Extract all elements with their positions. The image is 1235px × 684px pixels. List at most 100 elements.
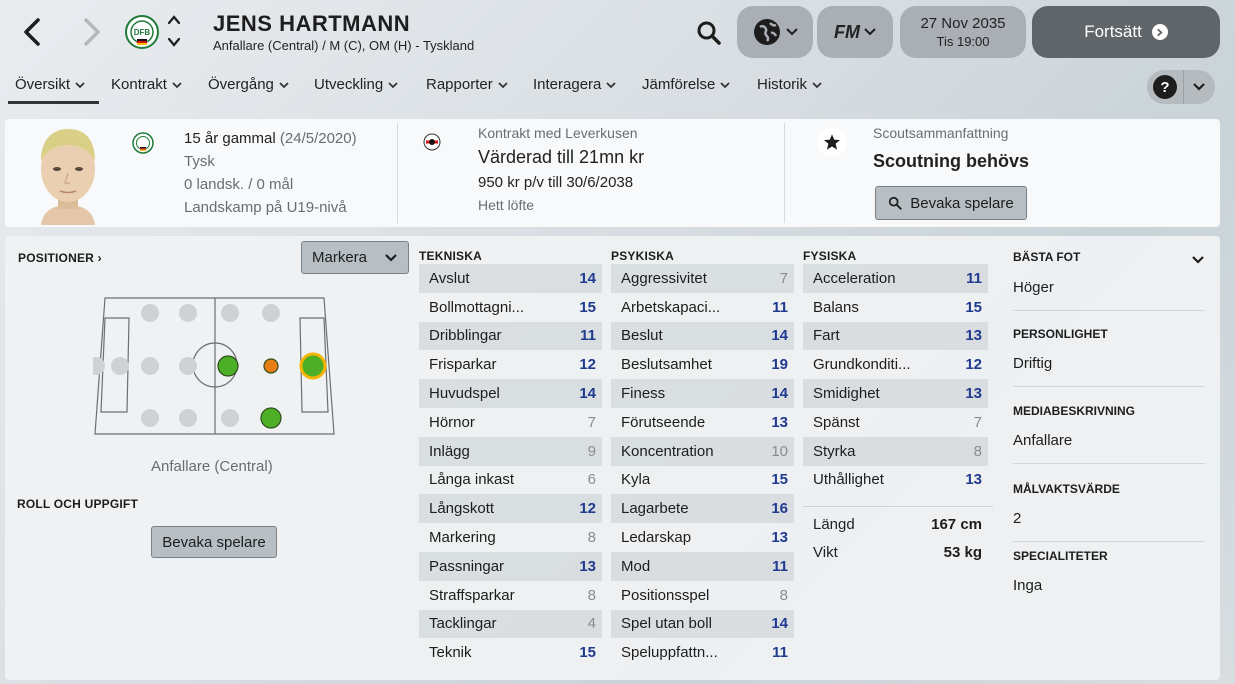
attribute-row[interactable]: Acceleration 11 — [803, 264, 988, 293]
watch-player-button[interactable]: Bevaka spelare — [875, 186, 1027, 220]
position-dot[interactable] — [141, 357, 159, 375]
tab-kontrakt[interactable]: Kontrakt — [111, 76, 182, 104]
tab-oversikt[interactable]: Översikt — [8, 76, 99, 104]
fm-menu-button[interactable]: FM — [817, 6, 893, 58]
attribute-row[interactable]: Långskott 12 — [419, 494, 602, 524]
position-dot-rated[interactable] — [299, 352, 327, 380]
attribute-row[interactable]: Speluppfattn... 11 — [611, 638, 794, 667]
attribute-row[interactable]: Grundkonditi... 12 — [803, 350, 988, 379]
attribute-name: Beslut — [621, 327, 663, 345]
tab-rapporter[interactable]: Rapporter — [426, 76, 508, 104]
attribute-value: 12 — [965, 356, 982, 374]
position-dot[interactable] — [262, 304, 280, 322]
position-dot[interactable] — [141, 304, 159, 322]
attribute-row[interactable]: Positionsspel 8 — [611, 581, 794, 610]
watch-player-button-2[interactable]: Bevaka spelare — [151, 526, 277, 558]
tab-overgang[interactable]: Övergång — [208, 76, 289, 104]
attribute-row[interactable]: Spänst 7 — [803, 408, 988, 437]
chevron-down-icon[interactable] — [1191, 255, 1205, 265]
globe-icon — [754, 19, 780, 45]
position-dot-rated[interactable] — [263, 358, 279, 374]
positions-heading[interactable]: POSITIONER › — [18, 251, 102, 265]
svg-text:DFB: DFB — [134, 28, 151, 37]
attribute-name: Positionsspel — [621, 586, 710, 604]
attribute-row[interactable]: Spel utan boll 14 — [611, 609, 794, 639]
attribute-row[interactable]: Fart 13 — [803, 321, 988, 351]
position-dot-rated[interactable] — [217, 355, 239, 377]
attribute-row[interactable]: Frisparkar 12 — [419, 350, 602, 379]
attribute-row[interactable]: Förutseende 13 — [611, 408, 794, 437]
attribute-row[interactable]: Koncentration 10 — [611, 436, 794, 466]
attribute-value: 16 — [771, 500, 788, 518]
attribute-row[interactable]: Hörnor 7 — [419, 408, 602, 437]
height-value: 167 cm — [931, 515, 982, 533]
attribute-row[interactable]: Aggressivitet 7 — [611, 264, 794, 293]
attribute-row[interactable]: Tacklingar 4 — [419, 609, 602, 639]
attribute-row[interactable]: Dribblingar 11 — [419, 321, 602, 351]
best-foot-label: BÄSTA FOT — [1013, 250, 1081, 264]
chevron-down-icon — [172, 82, 182, 89]
back-button[interactable] — [17, 14, 47, 50]
leverkusen-crest-icon[interactable] — [423, 133, 441, 151]
position-dot[interactable] — [141, 409, 159, 427]
attribute-row[interactable]: Balans 15 — [803, 293, 988, 322]
attribute-row[interactable]: Styrka 8 — [803, 436, 988, 466]
search-button[interactable] — [690, 14, 728, 52]
attribute-row[interactable]: Långa inkast 6 — [419, 466, 602, 495]
markera-dropdown[interactable]: Markera — [301, 241, 409, 274]
attribute-row[interactable]: Beslut 14 — [611, 321, 794, 351]
shortlist-star-button[interactable] — [817, 127, 847, 157]
attribute-name: Acceleration — [813, 269, 896, 287]
player-positions: Anfallare (Central) / M (C), OM (H) - Ty… — [213, 38, 475, 53]
position-dot[interactable] — [221, 409, 239, 427]
tab-jamforelse[interactable]: Jämförelse — [642, 76, 730, 104]
attribute-value: 8 — [587, 586, 596, 604]
attribute-row[interactable]: Ledarskap 13 — [611, 523, 794, 552]
attribute-row[interactable]: Markering 8 — [419, 523, 602, 552]
attribute-row[interactable]: Passningar 13 — [419, 551, 602, 581]
attribute-value: 7 — [587, 413, 596, 431]
attribute-row[interactable]: Kyla 15 — [611, 466, 794, 495]
chevron-down-icon[interactable] — [167, 37, 181, 47]
help-icon[interactable]: ? — [1153, 75, 1177, 99]
date-display[interactable]: 27 Nov 2035 Tis 19:00 — [900, 6, 1026, 58]
contract-info: Kontrakt med Leverkusen Värderad till 21… — [478, 125, 644, 213]
attribute-row[interactable]: Lagarbete 16 — [611, 494, 794, 524]
attribute-row[interactable]: Arbetskapaci... 11 — [611, 293, 794, 322]
player-switcher[interactable] — [165, 15, 183, 47]
help-menu[interactable]: ? — [1147, 70, 1215, 104]
position-dot[interactable] — [179, 409, 197, 427]
chevron-up-icon[interactable] — [167, 15, 181, 25]
nationality-badge-icon[interactable] — [132, 132, 154, 154]
forward-button[interactable] — [77, 14, 107, 50]
attribute-row[interactable]: Smidighet 13 — [803, 379, 988, 408]
position-dot[interactable] — [221, 304, 239, 322]
tab-interagera[interactable]: Interagera — [533, 76, 617, 104]
attribute-row[interactable]: Teknik 15 — [419, 638, 602, 667]
attribute-value: 12 — [579, 500, 596, 518]
tab-utveckling[interactable]: Utveckling — [314, 76, 398, 104]
attribute-row[interactable]: Inlägg 9 — [419, 436, 602, 466]
attribute-row[interactable]: Uthållighet 13 — [803, 466, 988, 495]
attribute-row[interactable]: Avslut 14 — [419, 264, 602, 293]
divider — [784, 123, 785, 223]
position-dot[interactable] — [179, 357, 197, 375]
chevron-down-icon[interactable] — [1192, 82, 1206, 92]
position-dot[interactable] — [111, 357, 129, 375]
attribute-row[interactable]: Straffsparkar 8 — [419, 581, 602, 610]
specialities-label: SPECIALITETER — [1013, 549, 1108, 563]
position-dot-rated[interactable] — [260, 407, 282, 429]
attribute-row[interactable]: Huvudspel 14 — [419, 379, 602, 408]
tab-historik[interactable]: Historik — [757, 76, 822, 104]
dfb-badge-icon[interactable]: DFB — [125, 15, 159, 49]
scout-summary-label: Scoutsammanfattning — [873, 125, 1009, 141]
attribute-row[interactable]: Beslutsamhet 19 — [611, 350, 794, 379]
attribute-name: Aggressivitet — [621, 269, 707, 287]
continue-button[interactable]: Fortsätt — [1032, 6, 1220, 58]
position-dot[interactable] — [179, 304, 197, 322]
attribute-row[interactable]: Mod 11 — [611, 551, 794, 581]
world-menu-button[interactable] — [737, 6, 813, 58]
attribute-row[interactable]: Bollmottagni... 15 — [419, 293, 602, 322]
attribute-value: 13 — [965, 385, 982, 403]
attribute-row[interactable]: Finess 14 — [611, 379, 794, 408]
